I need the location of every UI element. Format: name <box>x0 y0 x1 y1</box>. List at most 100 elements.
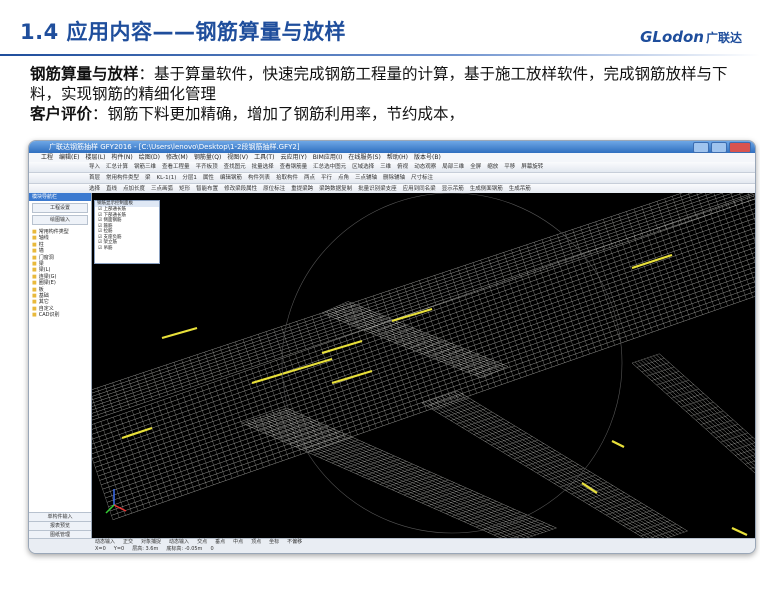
stirrup-line <box>144 406 176 499</box>
status-toggle[interactable]: 垂点 <box>215 539 225 545</box>
toolbar-button[interactable]: 修改梁段属性 <box>224 186 257 192</box>
toolbar-button[interactable]: 分层1 <box>182 175 197 181</box>
status-toggle[interactable]: 交点 <box>197 539 207 545</box>
toolbar-button[interactable]: 选择 <box>89 186 100 192</box>
status-toggle[interactable]: 不偏移 <box>287 539 302 545</box>
minimize-button[interactable] <box>693 142 709 153</box>
menu-item[interactable]: 钢筋量(Q) <box>194 154 221 161</box>
toolbar-button[interactable]: 三点画弧 <box>151 186 173 192</box>
toolbar-button[interactable]: 构件列表 <box>248 175 270 181</box>
toolbar-button[interactable]: 汇总计算 <box>106 164 128 170</box>
toolbar-button[interactable]: 直线 <box>106 186 117 192</box>
toolbar-button[interactable]: 属性 <box>203 175 214 181</box>
highlighted-rebar <box>161 326 198 340</box>
toolbar-button[interactable]: 三维 <box>380 164 391 170</box>
maximize-button[interactable] <box>711 142 727 153</box>
toolbar-button[interactable]: 批量识别梁支座 <box>358 186 397 192</box>
toolbar-button[interactable]: 生成侧面钢筋 <box>470 186 503 192</box>
toolbar-button[interactable]: 全屏 <box>470 164 481 170</box>
toolbar-button[interactable]: 显示吊筋 <box>442 186 464 192</box>
toolbar-button[interactable]: 点加长度 <box>123 186 145 192</box>
close-button[interactable] <box>729 142 751 153</box>
toolbar-button[interactable]: 导入 <box>89 164 100 170</box>
stirrup-line <box>175 395 208 488</box>
menu-item[interactable]: BIM应用(I) <box>313 154 343 161</box>
toolbar-button[interactable]: 常用构件类型 <box>106 175 139 181</box>
toolbar-button[interactable]: 查看工程量 <box>162 164 190 170</box>
toolbar-button[interactable]: 平移 <box>504 164 515 170</box>
status-toggle[interactable]: 坐标 <box>269 539 279 545</box>
status-toggle[interactable]: 动态输入 <box>169 539 189 545</box>
menu-item[interactable]: 绘图(D) <box>139 154 160 161</box>
menu-item[interactable]: 编辑(E) <box>59 154 79 161</box>
project-settings-button[interactable]: 工程设置 <box>32 203 88 213</box>
menu-item[interactable]: 工程 <box>41 154 53 161</box>
toolbar-button[interactable]: 三点辅轴 <box>355 175 377 181</box>
status-value: 底标高: -0.05m <box>166 546 203 552</box>
toolbar-button[interactable]: 俯视 <box>397 164 408 170</box>
status-toggle[interactable]: 顶点 <box>251 539 261 545</box>
toolbar-button[interactable]: 屏幕旋转 <box>521 164 543 170</box>
toolbar-button[interactable]: 两点 <box>304 175 315 181</box>
status-value: X=0 <box>95 546 106 552</box>
status-toggle[interactable]: 对象捕捉 <box>141 539 161 545</box>
menu-item[interactable]: 云应用(Y) <box>280 154 306 161</box>
menu-item[interactable]: 修改(M) <box>166 154 188 161</box>
status-toggle[interactable]: 动态输入 <box>95 539 115 545</box>
toolbar-button[interactable]: 查看钢筋量 <box>280 164 308 170</box>
toolbar-button[interactable]: 汇总选中图元 <box>313 164 346 170</box>
3d-viewport[interactable]: 钢筋显示控制面板 ☑ 上部通长筋 ☑ 下部通长筋 ☑ 侧面钢筋 ☑ 箍筋 ☑ 拉筋 ☑ 支… <box>92 193 755 539</box>
toolbar-button[interactable]: 区域选择 <box>352 164 374 170</box>
stirrup-line <box>688 193 698 219</box>
toolbar-button[interactable]: 首层 <box>89 175 100 181</box>
stirrup-line <box>608 244 641 337</box>
stirrup-line <box>646 231 678 324</box>
toolbar-button[interactable]: 批量选择 <box>252 164 274 170</box>
toolbar-button[interactable]: 平齐板顶 <box>196 164 218 170</box>
module-nav-header: 模块导航栏 <box>29 193 91 201</box>
stirrup-line <box>332 340 365 433</box>
menu-item[interactable]: 工具(T) <box>254 154 274 161</box>
statusbar-snap-row: 动态输入 正交 对象捕捉 动态输入 交点 垂点 中点 顶点 坐标 不偏移 <box>29 539 755 546</box>
toolbar-button[interactable]: 删除辅轴 <box>383 175 405 181</box>
module-nav-bottom-button[interactable]: 单构件输入 <box>29 512 91 521</box>
toolbar-button[interactable]: 重提梁跨 <box>291 186 313 192</box>
toolbar-button[interactable]: 梁跨数据复制 <box>319 186 352 192</box>
status-toggle[interactable]: 正交 <box>123 539 133 545</box>
menu-item[interactable]: 帮助(H) <box>387 154 408 161</box>
toolbar-button[interactable]: 钢筋三维 <box>134 164 156 170</box>
menu-item[interactable]: 版本号(B) <box>414 154 441 161</box>
menu-item[interactable]: 楼层(L) <box>86 154 106 161</box>
menu-item[interactable]: 在线服务(S) <box>348 154 381 161</box>
toolbar-button[interactable]: 点角 <box>338 175 349 181</box>
toolbar-button[interactable]: 尺寸标注 <box>411 175 433 181</box>
toolbar-button[interactable]: 缩放 <box>487 164 498 170</box>
toolbar-button[interactable]: 应用到同名梁 <box>403 186 436 192</box>
toolbar-button[interactable]: 矩形 <box>179 186 190 192</box>
toolbar-button[interactable]: 拾取构件 <box>276 175 298 181</box>
toolbar-button[interactable]: 动态观察 <box>414 164 436 170</box>
rebar-display-checkbox[interactable]: ☑ 吊筋 <box>95 246 159 252</box>
rebar-3d-view[interactable] <box>92 193 755 539</box>
app-screenshot: 广联达钢筋抽样 GFY2016 - [C:\Users\lenovo\Deskt… <box>28 140 756 554</box>
tree-item[interactable]: CAD识别 <box>32 312 88 318</box>
toolbar-button[interactable]: 生成吊筋 <box>509 186 531 192</box>
rebar-display-panel[interactable]: 钢筋显示控制面板 ☑ 上部通长筋 ☑ 下部通长筋 ☑ 侧面钢筋 ☑ 箍筋 ☑ 拉筋 ☑ 支… <box>94 200 160 264</box>
toolbar-button[interactable]: KL-1(1) <box>157 175 177 181</box>
menu-item[interactable]: 视图(V) <box>227 154 248 161</box>
paragraph-feedback-rest: ：钢筋下料更加精确，增加了钢筋利用率，节约成本， <box>92 105 465 123</box>
toolbar-button[interactable]: 局部三维 <box>442 164 464 170</box>
toolbar-button[interactable]: 编辑钢筋 <box>220 175 242 181</box>
toolbar-button[interactable]: 平行 <box>321 175 332 181</box>
toolbar-button[interactable]: 智能布置 <box>196 186 218 192</box>
toolbar-row-1: 导入 汇总计算 钢筋三维 查看工程量 平齐板顶 查找图元 批量选择 查看钢筋量 汇总选中图元 区域… <box>29 162 755 173</box>
status-toggle[interactable]: 中点 <box>233 539 243 545</box>
toolbar-button[interactable]: 梁 <box>145 175 151 181</box>
module-nav-bottom-button[interactable]: 报表预览 <box>29 521 91 530</box>
toolbar-button[interactable]: 原位标注 <box>263 186 285 192</box>
highlighted-rebars <box>121 253 748 536</box>
toolbar-button[interactable]: 查找图元 <box>224 164 246 170</box>
stirrup-line <box>489 286 521 379</box>
menu-item[interactable]: 构件(N) <box>112 154 133 161</box>
drawing-input-button[interactable]: 绘图输入 <box>32 215 88 225</box>
